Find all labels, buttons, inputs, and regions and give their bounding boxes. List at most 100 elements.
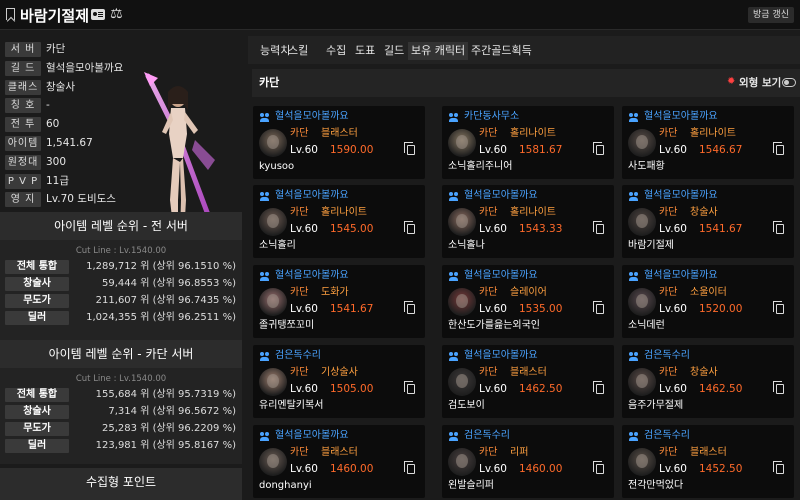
guild-members-icon <box>260 432 272 442</box>
tab-2[interactable]: 수집 <box>323 42 349 60</box>
card-class: 창술사 <box>690 207 718 218</box>
tab-1[interactable]: 스킬 <box>285 42 311 60</box>
card-level: Lv.60 <box>659 383 687 395</box>
rank-row-label: 창술사 <box>5 276 69 291</box>
main-content: 능력치 스킬 수집 도표 길드 보유 캐릭터 주간골드획득 카단 ✹ 외형 보기 혈석을모아… <box>248 36 800 500</box>
scale-icon[interactable]: ⚖ <box>110 6 123 22</box>
character-card[interactable]: 혈석을모아볼까요 카단 홀리나이트 Lv.60 1545.00 소닉홀리 <box>253 185 425 258</box>
character-avatar <box>448 208 476 236</box>
card-character-name: donghanyi <box>259 480 312 491</box>
card-item-level: 1460.00 <box>519 463 563 475</box>
id-card-icon[interactable] <box>91 9 105 20</box>
card-level: Lv.60 <box>659 144 687 156</box>
copy-icon[interactable] <box>404 301 415 314</box>
profile-row-value: 혈석을모아볼까요 <box>46 61 124 74</box>
bookmark-icon[interactable] <box>6 8 15 20</box>
sun-icon: ✹ <box>727 76 736 87</box>
character-card[interactable]: 검은독수리 카단 창술사 Lv.60 1462.50 음주가무절제 <box>622 345 794 418</box>
character-card[interactable]: 검은독수리 카단 기상술사 Lv.60 1505.00 유리멘탈키복서 <box>253 345 425 418</box>
profile-row-value: - <box>46 99 50 112</box>
character-card[interactable]: 혈석을모아볼까요 카단 홀리나이트 Lv.60 1543.33 소닉홀나 <box>442 185 614 258</box>
rank-server: 아이템 레벨 순위 - 카단 서버 Cut Line : Lv.1540.00 … <box>0 340 242 464</box>
character-avatar <box>628 448 656 476</box>
profile-row-value: 300 <box>46 155 67 168</box>
copy-icon[interactable] <box>593 301 604 314</box>
card-guild: 혈석을모아볼까요 <box>464 190 538 201</box>
card-level: Lv.60 <box>659 223 687 235</box>
copy-icon[interactable] <box>404 142 415 155</box>
copy-icon[interactable] <box>593 221 604 234</box>
card-server: 카단 <box>290 287 309 298</box>
card-item-level: 1535.00 <box>519 303 563 315</box>
copy-icon[interactable] <box>593 142 604 155</box>
copy-icon[interactable] <box>593 381 604 394</box>
guild-members-icon <box>260 192 272 202</box>
refresh-button[interactable]: 방금 갱신 <box>748 7 794 23</box>
copy-icon[interactable] <box>773 142 784 155</box>
card-level: Lv.60 <box>659 303 687 315</box>
card-class: 슬레이어 <box>510 287 547 298</box>
character-card[interactable]: 검은독수리 카단 리퍼 Lv.60 1460.00 왼발슬리퍼 <box>442 425 614 498</box>
character-card[interactable]: 혈석을모아볼까요 카단 슬레이어 Lv.60 1535.00 한산도가를읊는외국인 <box>442 265 614 338</box>
guild-members-icon <box>449 272 461 282</box>
rank-all-server: 아이템 레벨 순위 - 전 서버 Cut Line : Lv.1540.00 전… <box>0 212 242 346</box>
character-card[interactable]: 검은독수리 카단 블래스터 Lv.60 1452.50 전각만먹었다 <box>622 425 794 498</box>
profile-row-value: Lv.70 도비도스 <box>46 193 116 206</box>
card-class: 소울이터 <box>690 287 727 298</box>
copy-icon[interactable] <box>404 381 415 394</box>
card-server: 카단 <box>479 207 498 218</box>
character-avatar <box>628 208 656 236</box>
character-card[interactable]: 혈석을모아볼까요 카단 홀리나이트 Lv.60 1546.67 사도패황 <box>622 106 794 179</box>
card-guild: 카단동사무소 <box>464 111 520 122</box>
rank-row-label: 무도가 <box>5 421 69 436</box>
character-name-title: 바람기절제 <box>20 7 90 25</box>
copy-icon[interactable] <box>773 381 784 394</box>
tab-5[interactable]: 보유 캐릭터 <box>408 42 469 60</box>
copy-icon[interactable] <box>773 221 784 234</box>
character-avatar <box>628 368 656 396</box>
rank-row-label: 전체 통합 <box>5 259 69 274</box>
profile-row-label: 원정대 <box>5 154 41 170</box>
tab-3[interactable]: 도표 <box>352 42 378 60</box>
rank-row-label: 전체 통합 <box>5 387 69 402</box>
character-card[interactable]: 혈석을모아볼까요 카단 창술사 Lv.60 1541.67 바람기절제 <box>622 185 794 258</box>
rank-server-cutline: Cut Line : Lv.1540.00 <box>75 374 167 384</box>
character-card[interactable]: 혈석을모아볼까요 카단 소울이터 Lv.60 1520.00 소닉데런 <box>622 265 794 338</box>
card-guild: 혈석을모아볼까요 <box>644 111 718 122</box>
rank-row-value: 1,024,355 위 (상위 96.2511 %) <box>86 311 236 323</box>
guild-members-icon <box>629 192 641 202</box>
rank-row: 창술사 7,314 위 (상위 96.5672 %) <box>0 404 242 421</box>
card-level: Lv.60 <box>290 463 318 475</box>
card-guild: 검은독수리 <box>644 430 690 441</box>
card-character-name: kyusoo <box>259 161 295 172</box>
character-card[interactable]: 카단동사무소 카단 홀리나이트 Lv.60 1581.67 소닉홀리주니어 <box>442 106 614 179</box>
tab-6[interactable]: 주간골드획득 <box>468 42 535 60</box>
copy-icon[interactable] <box>773 461 784 474</box>
guild-members-icon <box>260 113 272 123</box>
card-item-level: 1505.00 <box>330 383 374 395</box>
character-card[interactable]: 혈석을모아볼까요 카단 블래스터 Lv.60 1462.50 검도보이 <box>442 345 614 418</box>
collection-points-header[interactable]: 수집형 포인트 <box>0 468 242 500</box>
card-character-name: 바람기절제 <box>628 240 674 251</box>
card-level: Lv.60 <box>290 383 318 395</box>
copy-icon[interactable] <box>773 301 784 314</box>
card-item-level: 1545.00 <box>330 223 374 235</box>
card-server: 카단 <box>659 128 678 139</box>
copy-icon[interactable] <box>404 221 415 234</box>
tab-4[interactable]: 길드 <box>381 42 407 60</box>
character-avatar <box>259 288 287 316</box>
rank-row-value: 1,289,712 위 (상위 96.1510 %) <box>86 260 236 272</box>
guild-members-icon <box>629 432 641 442</box>
card-class: 홀리나이트 <box>510 207 556 218</box>
character-avatar <box>259 208 287 236</box>
card-level: Lv.60 <box>479 383 507 395</box>
copy-icon[interactable] <box>404 461 415 474</box>
copy-icon[interactable] <box>593 461 604 474</box>
card-character-name: 소닉홀리주니어 <box>448 161 513 172</box>
character-card[interactable]: 혈석을모아볼까요 카단 블래스터 Lv.60 1590.00 kyusoo <box>253 106 425 179</box>
character-card[interactable]: 혈석을모아볼까요 카단 도화가 Lv.60 1541.67 졸귀탱쪼꼬미 <box>253 265 425 338</box>
server-bar: 카단 ✹ 외형 보기 <box>252 69 800 97</box>
rank-row-value: 7,314 위 (상위 96.5672 %) <box>108 405 236 417</box>
character-card[interactable]: 혈석을모아볼까요 카단 블래스터 Lv.60 1460.00 donghanyi <box>253 425 425 498</box>
appearance-toggle[interactable] <box>782 78 796 87</box>
